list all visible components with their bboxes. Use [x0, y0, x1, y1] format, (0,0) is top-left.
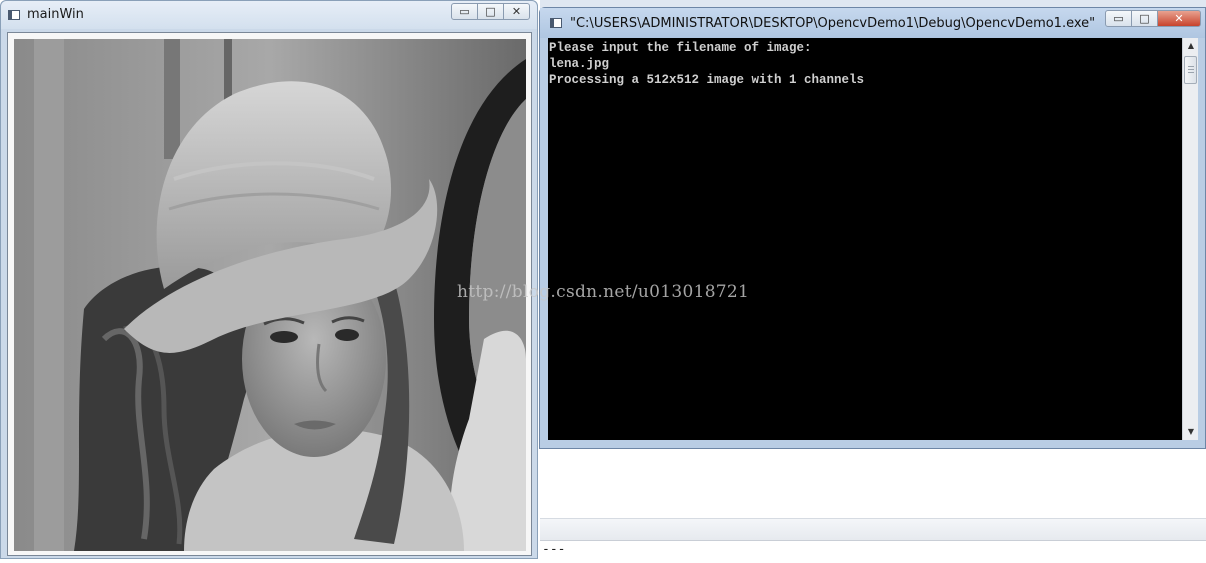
console-icon	[550, 18, 562, 28]
lena-image-graphic	[14, 39, 526, 551]
main-window-titlebar[interactable]: mainWin ▭ □ ✕	[1, 1, 537, 29]
close-button[interactable]: ✕	[503, 3, 530, 20]
console-output-area[interactable]: Please input the filename of image: lena…	[548, 38, 1198, 440]
console-output: Please input the filename of image: lena…	[549, 40, 864, 88]
main-window-client	[7, 32, 532, 556]
output-text: ---	[542, 542, 566, 557]
console-line: Please input the filename of image:	[549, 41, 812, 55]
close-icon: ✕	[511, 5, 522, 18]
minimize-icon: ▭	[459, 5, 470, 18]
background-splitter[interactable]	[540, 518, 1206, 541]
console-window: "C:\USERS\ADMINISTRATOR\DESKTOP\OpencvDe…	[539, 7, 1206, 449]
console-maximize-button[interactable]: □	[1131, 10, 1158, 27]
close-icon: ✕	[1174, 12, 1184, 25]
window-icon	[8, 10, 20, 20]
main-window-title: mainWin	[27, 7, 84, 22]
minimize-icon: ▭	[1113, 12, 1124, 25]
console-scrollbar[interactable]: ▲ ▼	[1182, 38, 1198, 440]
maximize-icon: □	[1139, 12, 1150, 25]
scroll-thumb[interactable]	[1184, 56, 1197, 84]
console-line: lena.jpg	[549, 57, 610, 71]
scroll-down-arrow-icon[interactable]: ▼	[1183, 424, 1199, 440]
lena-image	[14, 39, 526, 551]
console-title: "C:\USERS\ADMINISTRATOR\DESKTOP\OpencvDe…	[570, 16, 1096, 31]
watermark: http://blog.csdn.net/u013018721	[457, 282, 750, 302]
main-window-caption-buttons: ▭ □ ✕	[451, 3, 530, 20]
background-output-pane: ---	[540, 540, 1206, 563]
main-window: mainWin ▭ □ ✕	[0, 0, 538, 559]
console-line: Processing a 512x512 image with 1 channe…	[549, 73, 865, 87]
console-titlebar[interactable]: "C:\USERS\ADMINISTRATOR\DESKTOP\OpencvDe…	[540, 8, 1205, 38]
background-editor-area	[540, 450, 1206, 518]
maximize-button[interactable]: □	[477, 3, 504, 20]
console-close-button[interactable]: ✕	[1157, 10, 1201, 27]
maximize-icon: □	[485, 5, 496, 18]
console-caption-buttons: ▭ □ ✕	[1105, 10, 1201, 27]
minimize-button[interactable]: ▭	[451, 3, 478, 20]
scroll-up-arrow-icon[interactable]: ▲	[1183, 38, 1199, 54]
console-minimize-button[interactable]: ▭	[1105, 10, 1132, 27]
